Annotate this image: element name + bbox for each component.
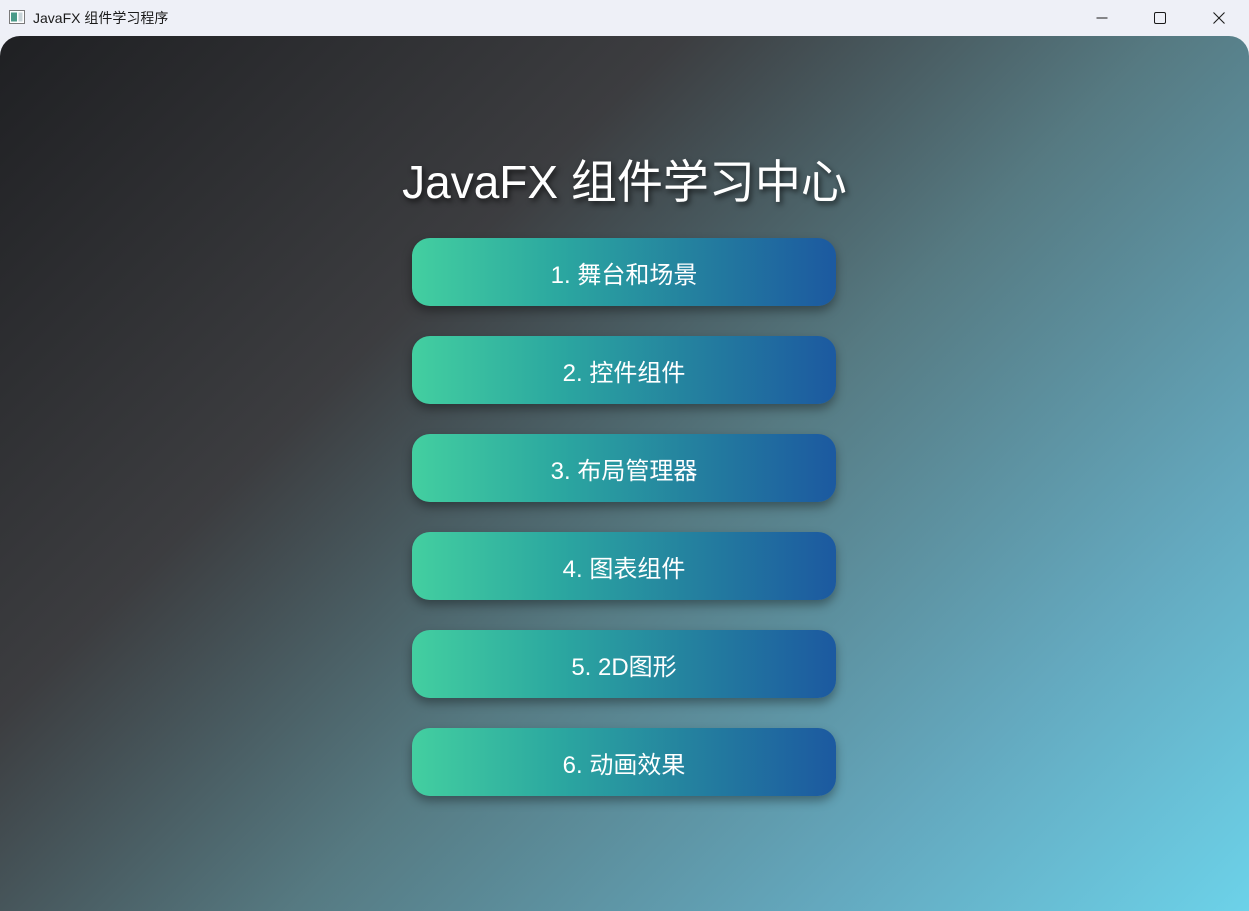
close-button[interactable] — [1189, 0, 1249, 36]
2d-graphics-button[interactable]: 5. 2D图形 — [412, 630, 836, 698]
chart-components-button[interactable]: 4. 图表组件 — [412, 532, 836, 600]
title-bar[interactable]: JavaFX 组件学习程序 — [0, 0, 1249, 36]
app-window: JavaFX 组件学习程序 JavaFX 组件学习中心 1. 舞台和场景 2. … — [0, 0, 1249, 911]
main-content: JavaFX 组件学习中心 1. 舞台和场景 2. 控件组件 3. 布局管理器 … — [0, 36, 1249, 911]
maximize-icon — [1154, 12, 1166, 24]
minimize-button[interactable] — [1073, 0, 1131, 36]
window-title: JavaFX 组件学习程序 — [33, 10, 169, 26]
stage-scene-button[interactable]: 1. 舞台和场景 — [412, 238, 836, 306]
app-window-icon — [9, 10, 25, 24]
lesson-menu: 1. 舞台和场景 2. 控件组件 3. 布局管理器 4. 图表组件 5. 2D图… — [412, 238, 836, 826]
close-icon — [1213, 12, 1225, 24]
animation-effects-button[interactable]: 6. 动画效果 — [412, 728, 836, 796]
minimize-icon — [1096, 12, 1108, 24]
page-title: JavaFX 组件学习中心 — [402, 156, 847, 208]
maximize-button[interactable] — [1131, 0, 1189, 36]
layout-managers-button[interactable]: 3. 布局管理器 — [412, 434, 836, 502]
controls-button[interactable]: 2. 控件组件 — [412, 336, 836, 404]
